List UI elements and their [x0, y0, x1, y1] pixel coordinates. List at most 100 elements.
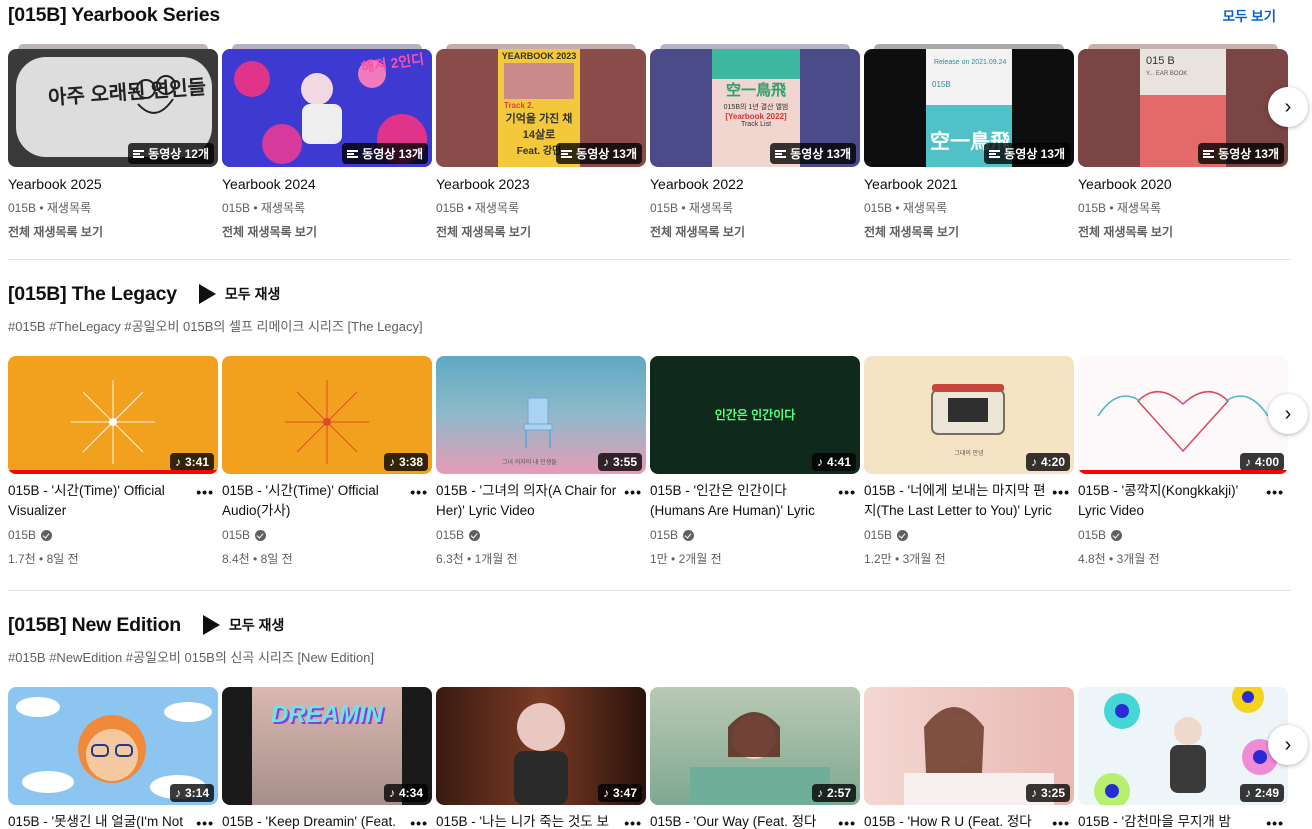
video-title[interactable]: 015B - '그녀의 의자(A Chair for Her)' Lyric V… [436, 481, 646, 521]
more-actions-icon[interactable]: ••• [196, 815, 214, 829]
channel-label: 015B [8, 528, 37, 542]
play-all-label: 모두 재생 [229, 617, 285, 633]
video-card[interactable]: ♪ 2:57 015B - 'Our Way (Feat. 정다 ••• [650, 687, 860, 829]
video-thumbnail[interactable]: ♪ 3:41 [8, 356, 218, 474]
carousel-next-button[interactable]: › [1268, 725, 1308, 765]
playlist-card[interactable]: 아주 오래된 연인들 동영상 12개 Yearbook 2025 015B • … [8, 44, 218, 240]
playlist-card[interactable]: 015 B Y... EAR BOOK 동영상 13개 Yearbook 202… [1078, 44, 1288, 240]
view-full-playlist-link[interactable]: 전체 재생목록 보기 [222, 223, 432, 240]
carousel-next-button[interactable]: › [1268, 394, 1308, 434]
video-card[interactable]: ♪ 3:14 015B - '못생긴 내 얼굴(I'm Not ••• [8, 687, 218, 829]
section-title[interactable]: [015B] The Legacy [8, 283, 177, 306]
view-full-playlist-link[interactable]: 전체 재생목록 보기 [436, 223, 646, 240]
channel-name[interactable]: 015B [8, 528, 218, 542]
playlist-title[interactable]: Yearbook 2024 [222, 176, 432, 192]
duration-badge: ♪ 2:49 [1239, 784, 1284, 802]
video-title[interactable]: 015B - 'Our Way (Feat. 정다 [650, 812, 860, 829]
video-title[interactable]: 015B - '콩깍지(Kongkkakji)' Lyric Video [1078, 481, 1288, 521]
video-thumbnail[interactable]: 인간은 인간이다 ♪ 4:41 [650, 356, 860, 474]
video-count: 동영상 13개 [362, 147, 423, 161]
view-full-playlist-link[interactable]: 전체 재생목록 보기 [650, 223, 860, 240]
playlist-meta: 015B • 재생목록 [436, 201, 520, 215]
video-card[interactable]: ♪ 3:47 015B - '나는 니가 죽는 것도 보 ••• [436, 687, 646, 829]
playlist-thumbnail[interactable]: 空一鳥飛 015B의 1년 결산 앨범 [Yearbook 2022] Trac… [650, 49, 860, 167]
video-card[interactable]: ♪ 4:00 015B - '콩깍지(Kongkkakji)' Lyric Vid… [1078, 356, 1288, 567]
video-title[interactable]: 015B - 'How R U (Feat. 정다 [864, 812, 1074, 829]
video-title[interactable]: 015B - '시간(Time)' Official Audio(가사) [222, 481, 432, 521]
video-thumbnail[interactable]: ♪ 3:14 [8, 687, 218, 805]
video-title[interactable]: 015B - '감천마을 무지개 밤 [1078, 812, 1288, 829]
music-note-icon: ♪ [388, 786, 395, 800]
channel-name[interactable]: 015B [864, 528, 1074, 542]
carousel-next-button[interactable]: › [1268, 87, 1308, 127]
view-full-playlist-link[interactable]: 전체 재생목록 보기 [864, 223, 1074, 240]
video-thumbnail[interactable]: ♪ 3:25 [864, 687, 1074, 805]
video-card[interactable]: ♪ 3:38 015B - '시간(Time)' Official Audio(가… [222, 356, 432, 567]
channel-name[interactable]: 015B [436, 528, 646, 542]
more-actions-icon[interactable]: ••• [1266, 484, 1284, 500]
play-all-button[interactable]: 모두 재생 [198, 284, 281, 304]
playlist-thumbnail[interactable]: 015 B Y... EAR BOOK 동영상 13개 [1078, 49, 1288, 167]
playlist-title[interactable]: Yearbook 2023 [436, 176, 646, 192]
see-all-link[interactable]: 모두 보기 [1223, 5, 1276, 25]
play-icon [198, 284, 216, 304]
channel-name[interactable]: 015B [222, 528, 432, 542]
playlist-thumbnail[interactable]: YEARBOOK 2023 Track 2. 기억을 가진 채 14살로 Fea… [436, 49, 646, 167]
playlist-thumbnail[interactable]: 아주 오래된 연인들 동영상 12개 [8, 49, 218, 167]
more-actions-icon[interactable]: ••• [196, 484, 214, 500]
playlist-card[interactable]: YEARBOOK 2023 Track 2. 기억을 가진 채 14살로 Fea… [436, 44, 646, 240]
more-actions-icon[interactable]: ••• [624, 484, 642, 500]
more-actions-icon[interactable]: ••• [1052, 484, 1070, 500]
video-card[interactable]: 인간은 인간이다 ♪ 4:41 015B - '인간은 인간이다 (Humans … [650, 356, 860, 567]
video-count-badge: 동영상 13개 [1198, 143, 1284, 164]
video-thumbnail[interactable]: ♪ 2:49 [1078, 687, 1288, 805]
section-divider [8, 259, 1291, 260]
channel-name[interactable]: 015B [650, 528, 860, 542]
more-actions-icon[interactable]: ••• [838, 815, 856, 829]
section-title[interactable]: [015B] Yearbook Series [8, 4, 220, 27]
video-title[interactable]: 015B - '나는 니가 죽는 것도 보 [436, 812, 646, 829]
playlist-card[interactable]: 해져 2인디 동영상 13개 Yearbook 2024 015B • 재생목록… [222, 44, 432, 240]
video-card[interactable]: 그녀 의자의 내 인생들 ♪ 3:55 015B - '그녀의 의자(A Chai… [436, 356, 646, 567]
music-note-icon: ♪ [1030, 455, 1037, 469]
play-all-label: 모두 재생 [224, 286, 281, 302]
video-title[interactable]: 015B - '못생긴 내 얼굴(I'm Not [8, 812, 218, 829]
playlist-title[interactable]: Yearbook 2021 [864, 176, 1074, 192]
video-title[interactable]: 015B - '인간은 인간이다 (Humans Are Human)' Lyr… [650, 481, 860, 521]
more-actions-icon[interactable]: ••• [838, 484, 856, 500]
more-actions-icon[interactable]: ••• [1052, 815, 1070, 829]
video-thumbnail[interactable]: ♪ 3:47 [436, 687, 646, 805]
play-all-button[interactable]: 모두 재생 [203, 615, 284, 635]
playlist-title[interactable]: Yearbook 2020 [1078, 176, 1288, 192]
video-card[interactable]: DREAMIN ♪ 4:34 015B - 'Keep Dreamin' (Fea… [222, 687, 432, 829]
video-thumbnail[interactable]: ♪ 4:00 [1078, 356, 1288, 474]
video-thumbnail[interactable]: 그대의 안녕 ♪ 4:20 [864, 356, 1074, 474]
view-full-playlist-link[interactable]: 전체 재생목록 보기 [8, 223, 218, 240]
view-full-playlist-link[interactable]: 전체 재생목록 보기 [1078, 223, 1288, 240]
playlist-title[interactable]: Yearbook 2022 [650, 176, 860, 192]
more-actions-icon[interactable]: ••• [410, 484, 428, 500]
more-actions-icon[interactable]: ••• [1266, 815, 1284, 829]
video-card[interactable]: ♪ 3:25 015B - 'How R U (Feat. 정다 ••• [864, 687, 1074, 829]
section-title[interactable]: [015B] New Edition [8, 614, 181, 637]
video-title[interactable]: 015B - '시간(Time)' Official Visualizer [8, 481, 218, 521]
video-thumbnail[interactable]: DREAMIN ♪ 4:34 [222, 687, 432, 805]
playlist-thumbnail[interactable]: 해져 2인디 동영상 13개 [222, 49, 432, 167]
playlist-title[interactable]: Yearbook 2025 [8, 176, 218, 192]
channel-name[interactable]: 015B [1078, 528, 1288, 542]
video-thumbnail[interactable]: ♪ 2:57 [650, 687, 860, 805]
video-card[interactable]: ♪ 3:41 015B - '시간(Time)' Official Visuali… [8, 356, 218, 567]
video-title[interactable]: 015B - '너에게 보내는 마지막 편지(The Last Letter t… [864, 481, 1074, 521]
playlist-thumbnail[interactable]: Release on 2021.09.24 015B 空一鳥飛 동영상 13개 [864, 49, 1074, 167]
more-actions-icon[interactable]: ••• [410, 815, 428, 829]
playlist-card[interactable]: Release on 2021.09.24 015B 空一鳥飛 동영상 13개 … [864, 44, 1074, 240]
video-card[interactable]: ♪ 2:49 015B - '감천마을 무지개 밤 ••• [1078, 687, 1288, 829]
more-actions-icon[interactable]: ••• [624, 815, 642, 829]
poster-brand: 015 B [1146, 55, 1175, 67]
video-thumbnail[interactable]: 그녀 의자의 내 인생들 ♪ 3:55 [436, 356, 646, 474]
duration: 3:25 [1040, 786, 1065, 800]
video-thumbnail[interactable]: ♪ 3:38 [222, 356, 432, 474]
video-card[interactable]: 그대의 안녕 ♪ 4:20 015B - '너에게 보내는 마지막 편지(The … [864, 356, 1074, 567]
video-title[interactable]: 015B - 'Keep Dreamin' (Feat. [222, 812, 432, 829]
playlist-card[interactable]: 空一鳥飛 015B의 1년 결산 앨범 [Yearbook 2022] Trac… [650, 44, 860, 240]
